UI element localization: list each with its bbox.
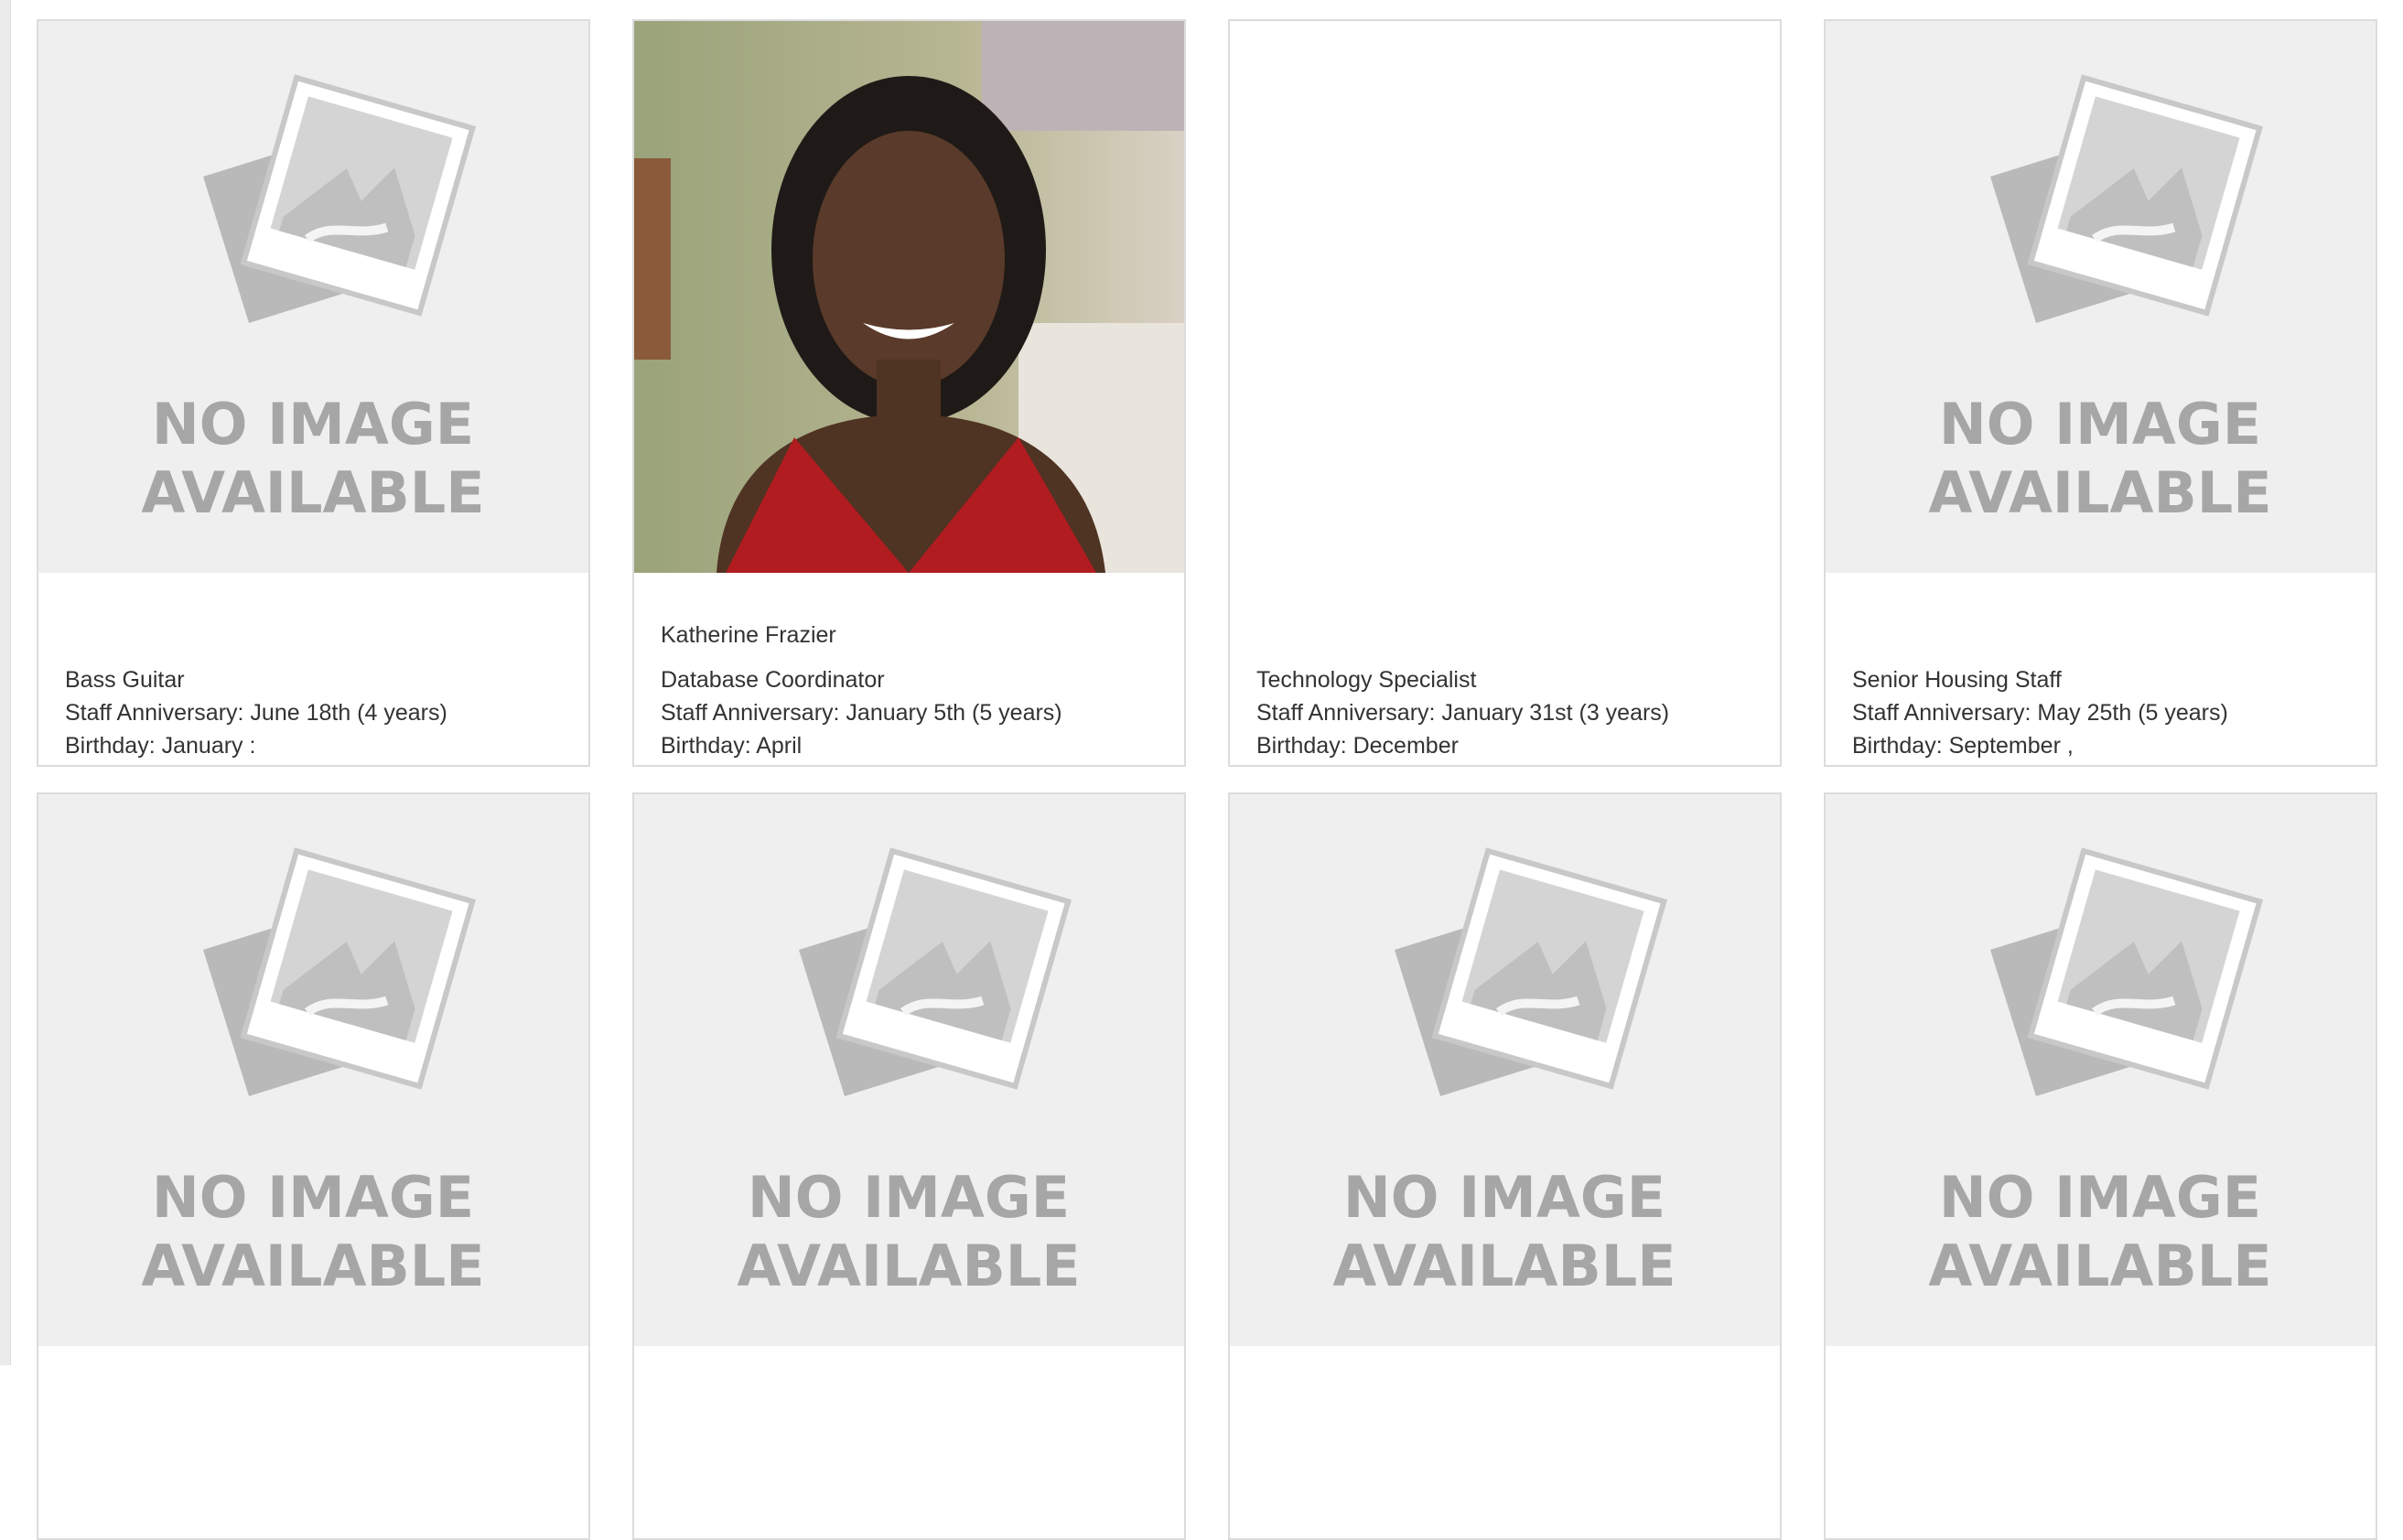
no-image-icon: NO IMAGE AVAILABLE xyxy=(1928,847,2272,1299)
no-image-icon: NO IMAGE AVAILABLE xyxy=(141,847,485,1299)
no-image-icon: NO IMAGE AVAILABLE xyxy=(1332,847,1676,1299)
staff-card[interactable]: NO IMAGE AVAILABLE xyxy=(37,792,590,1540)
svg-text:AVAILABLE: AVAILABLE xyxy=(1928,1233,2271,1299)
staff-card[interactable]: Katherine Frazier Database Coordinator S… xyxy=(632,19,1186,767)
portrait-photo xyxy=(634,21,1184,573)
staff-birthday: Birthday: September , xyxy=(1852,733,2074,759)
no-image-icon: NO IMAGE AVAILABLE xyxy=(737,847,1081,1299)
svg-text:AVAILABLE: AVAILABLE xyxy=(1928,459,2271,526)
svg-text:NO IMAGE: NO IMAGE xyxy=(1939,391,2261,458)
svg-text:NO IMAGE: NO IMAGE xyxy=(748,1164,1070,1231)
staff-photo xyxy=(634,21,1184,573)
no-image-placeholder: NO IMAGE AVAILABLE xyxy=(38,794,588,1346)
no-image-placeholder: NO IMAGE AVAILABLE xyxy=(634,794,1184,1346)
staff-card[interactable]: Technology Specialist Staff Anniversary:… xyxy=(1228,19,1782,767)
staff-anniversary: Staff Anniversary: January 5th (5 years) xyxy=(661,700,1062,726)
staff-name[interactable]: Katherine Frazier xyxy=(661,622,836,649)
no-image-placeholder: NO IMAGE AVAILABLE xyxy=(1230,794,1780,1346)
svg-text:NO IMAGE: NO IMAGE xyxy=(1343,1164,1665,1231)
svg-text:NO IMAGE: NO IMAGE xyxy=(152,1164,474,1231)
staff-card[interactable]: NO IMAGE AVAILABLE Senior Housing Staff … xyxy=(1824,19,2377,767)
no-image-placeholder: NO IMAGE AVAILABLE xyxy=(38,21,588,573)
staff-title: Technology Specialist xyxy=(1256,667,1477,693)
blank-photo xyxy=(1230,21,1780,573)
staff-card[interactable]: NO IMAGE AVAILABLE Bass Guitar Staff Ann… xyxy=(37,19,590,767)
svg-text:NO IMAGE: NO IMAGE xyxy=(1939,1164,2261,1231)
staff-title: Database Coordinator xyxy=(661,667,885,693)
staff-anniversary: Staff Anniversary: June 18th (4 years) xyxy=(65,700,447,726)
svg-text:AVAILABLE: AVAILABLE xyxy=(737,1233,1080,1299)
staff-directory-grid: NO IMAGE AVAILABLE Bass Guitar Staff Ann… xyxy=(0,0,2403,1540)
svg-text:NO IMAGE: NO IMAGE xyxy=(152,391,474,458)
staff-birthday: Birthday: April xyxy=(661,733,803,759)
svg-text:AVAILABLE: AVAILABLE xyxy=(141,459,484,526)
no-image-icon: NO IMAGE AVAILABLE xyxy=(141,74,485,526)
staff-anniversary: Staff Anniversary: May 25th (5 years) xyxy=(1852,700,2228,726)
staff-card[interactable]: NO IMAGE AVAILABLE xyxy=(632,792,1186,1540)
svg-text:AVAILABLE: AVAILABLE xyxy=(1332,1233,1676,1299)
no-image-placeholder: NO IMAGE AVAILABLE xyxy=(1826,21,2376,573)
staff-card[interactable]: NO IMAGE AVAILABLE xyxy=(1228,792,1782,1540)
no-image-icon: NO IMAGE AVAILABLE xyxy=(1928,74,2272,526)
staff-anniversary: Staff Anniversary: January 31st (3 years… xyxy=(1256,700,1670,726)
svg-text:AVAILABLE: AVAILABLE xyxy=(141,1233,484,1299)
staff-title: Bass Guitar xyxy=(65,667,185,693)
staff-card[interactable]: NO IMAGE AVAILABLE xyxy=(1824,792,2377,1540)
no-image-placeholder: NO IMAGE AVAILABLE xyxy=(1826,794,2376,1346)
staff-birthday: Birthday: January : xyxy=(65,733,256,759)
staff-birthday: Birthday: December xyxy=(1256,733,1459,759)
staff-title: Senior Housing Staff xyxy=(1852,667,2062,693)
